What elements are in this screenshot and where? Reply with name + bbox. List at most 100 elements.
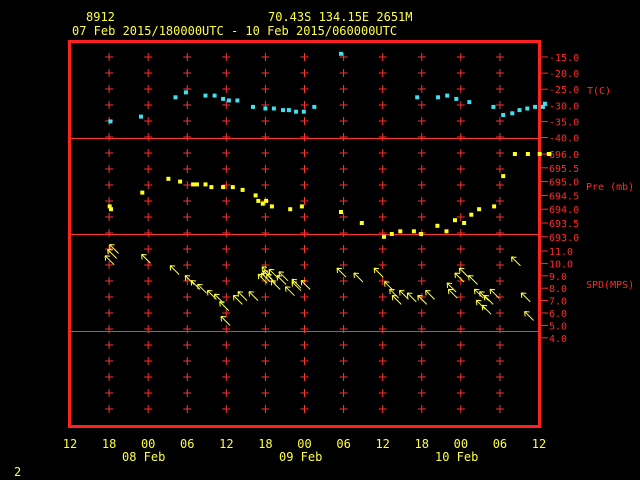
temperature-tick-label: -40.0	[549, 134, 579, 145]
temperature-tick-label: -30.0	[549, 101, 579, 112]
pressure-point	[209, 185, 214, 190]
wind-speed-tick-label: 8.0	[549, 284, 567, 295]
pressure-point	[269, 204, 274, 209]
x-tick-label: 12	[375, 437, 389, 451]
pressure-point	[253, 193, 258, 198]
temperature-point	[533, 104, 538, 109]
temperature-point	[212, 93, 217, 98]
temperature-point	[251, 104, 255, 109]
temperature-point	[286, 108, 291, 113]
temperature-point	[139, 114, 143, 119]
wind-arrow	[406, 292, 417, 303]
temperature-axis-label: T(C)	[587, 86, 611, 97]
pressure-point	[525, 152, 530, 156]
wind-arrow	[270, 280, 281, 290]
wind-arrow	[169, 265, 180, 275]
time-range: 07 Feb 2015/180000UTC - 10 Feb 2015/0600…	[72, 24, 397, 38]
pressure-point	[477, 207, 482, 212]
wind-arrow	[141, 253, 151, 264]
x-tick-label: 00	[141, 437, 155, 451]
wind-arrow	[520, 292, 531, 303]
wind-speed-tick-label: 4.0	[549, 334, 567, 345]
pressure-point	[264, 198, 269, 203]
pressure-point	[444, 229, 449, 234]
pressure-point	[166, 176, 171, 181]
pressure-point	[195, 182, 199, 187]
pressure-point	[140, 190, 145, 195]
wind-arrow	[219, 301, 230, 311]
pressure-point	[389, 232, 394, 236]
temperature-point	[301, 109, 306, 114]
date-label-10-feb: 10 Feb	[435, 450, 478, 464]
pressure-point	[453, 218, 457, 223]
temperature-point	[501, 113, 506, 117]
wind-speed-tick-label: 7.0	[549, 297, 567, 308]
pressure-tick-label: 694.0	[549, 205, 579, 216]
temperature-tick-label: -35.0	[549, 117, 579, 128]
pressure-series	[107, 152, 552, 239]
pressure-axis-label: Pre (mb)	[586, 182, 634, 193]
temperature-point	[467, 100, 472, 105]
temperature-point	[517, 108, 522, 113]
temperature-point	[183, 90, 188, 95]
temperature-series	[108, 51, 547, 124]
wind-arrow	[373, 267, 384, 278]
temperature-point	[173, 95, 178, 100]
pressure-tick-label: 694.5	[549, 191, 579, 202]
wind-arrow	[184, 275, 195, 285]
pressure-tick-label: 695.5	[549, 164, 579, 175]
temperature-point	[281, 108, 285, 113]
temperature-point	[491, 104, 496, 109]
page-number: 2	[14, 465, 21, 479]
pressure-tick-label: 693.5	[549, 219, 579, 230]
wind-speed-axis-label: SPD(MPS)	[586, 280, 634, 291]
wind-speed-tick-label: 9.0	[549, 272, 567, 283]
pressure-point	[411, 229, 416, 234]
temperature-point	[235, 98, 240, 103]
pressure-point	[191, 182, 196, 187]
temperature-point	[454, 96, 459, 101]
y-tick-layer: -15.0 -20.0 -25.0 -30.0 -35.0 -40.0 696.0 695.5…	[539, 53, 579, 345]
wind-arrow	[248, 291, 259, 301]
pressure-tick-label: 693.0	[549, 233, 579, 244]
wind-speed-tick-label: 6.0	[549, 309, 567, 320]
wind-arrow	[511, 256, 521, 267]
wind-arrow	[483, 294, 494, 305]
wind-arrow	[232, 294, 243, 305]
temperature-point	[203, 93, 208, 98]
wind-series	[104, 244, 534, 326]
temperature-point	[263, 106, 268, 111]
temperature-point	[108, 119, 113, 124]
x-tick-label: 06	[336, 437, 350, 451]
wind-arrow	[336, 267, 347, 278]
x-tick-label: 18	[258, 437, 272, 451]
pressure-point	[109, 207, 113, 212]
wind-arrow	[353, 272, 364, 283]
x-tick-label: 06	[180, 437, 194, 451]
temperature-tick-label: -20.0	[549, 69, 579, 80]
pressure-tick-label: 695.0	[549, 178, 579, 189]
pressure-point	[299, 204, 304, 209]
pressure-point	[537, 152, 542, 156]
wind-arrow	[237, 291, 248, 301]
grid-layer	[105, 53, 504, 413]
station-location: 70.43S 134.15E 2651M	[268, 10, 413, 24]
station-id: 8912	[86, 10, 115, 24]
x-tick-label: 00	[454, 437, 468, 451]
pressure-point	[435, 223, 440, 228]
wind-arrow	[524, 311, 534, 321]
pressure-point	[512, 152, 517, 156]
wind-arrow	[475, 299, 486, 310]
temperature-point	[226, 98, 231, 103]
temperature-point	[312, 104, 317, 109]
temperature-point	[542, 101, 547, 106]
wind-arrow	[447, 288, 458, 299]
x-tick-label: 18	[415, 437, 429, 451]
pressure-point	[501, 174, 506, 179]
pressure-point	[547, 152, 552, 156]
wind-speed-tick-label: 11.0	[549, 247, 573, 258]
temperature-point	[525, 106, 530, 111]
date-label-08-feb: 08 Feb	[122, 450, 165, 464]
wind-arrow	[285, 286, 295, 297]
temperature-point	[436, 95, 440, 100]
